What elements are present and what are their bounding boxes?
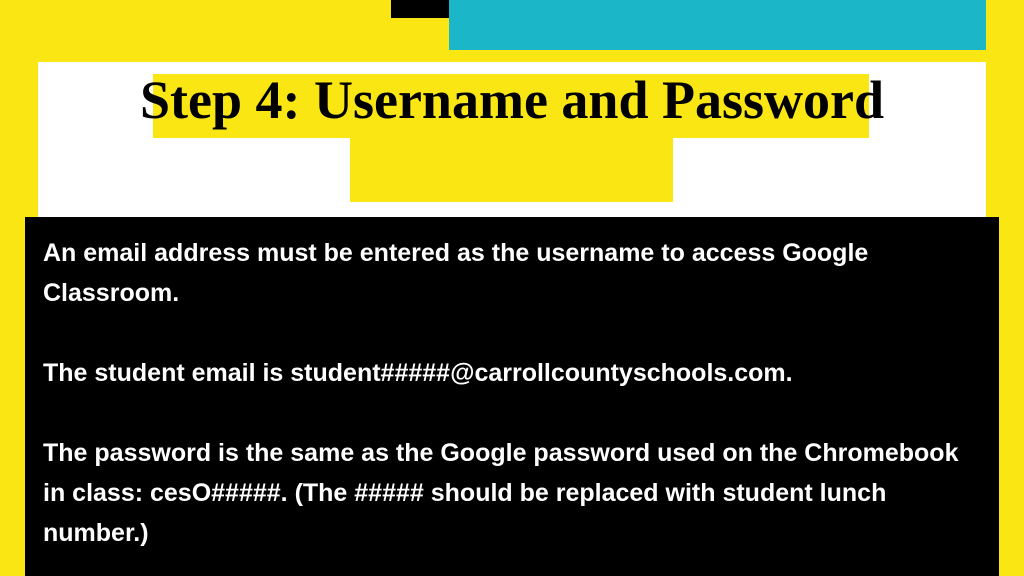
slide-title: Step 4: Username and Password xyxy=(38,66,986,134)
paragraph-2: The student email is student#####@carrol… xyxy=(43,353,981,393)
paragraph-1: An email address must be entered as the … xyxy=(43,233,981,313)
decorative-bar-cyan xyxy=(449,0,986,50)
title-highlight-2 xyxy=(350,138,673,202)
content-panel: An email address must be entered as the … xyxy=(25,217,999,576)
paragraph-3: The password is the same as the Google p… xyxy=(43,433,981,553)
